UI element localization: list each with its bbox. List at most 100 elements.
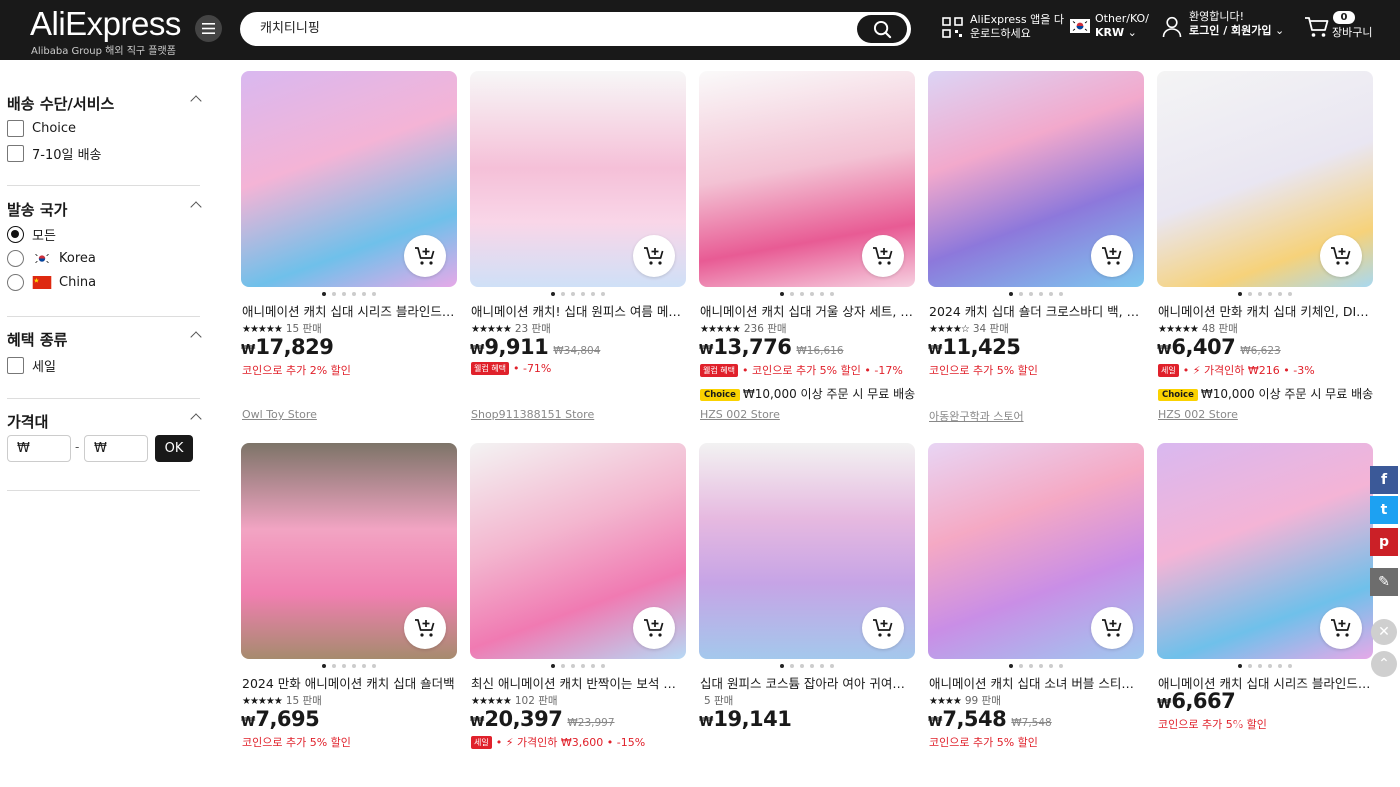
add-to-cart-button[interactable] [1320, 607, 1362, 649]
carousel-dot[interactable] [332, 664, 336, 668]
close-icon[interactable]: ✕ [1371, 619, 1397, 645]
chevron-up-icon[interactable] [190, 95, 202, 107]
product-title[interactable]: 최신 애니메이션 캐치 반짝이는 보석 휴대폰 장난감 [471, 673, 685, 692]
product-title[interactable]: 애니메이션 캐치! 십대 원피스 여름 메쉬 드레스 [471, 301, 685, 320]
carousel-dot[interactable] [591, 292, 595, 296]
image-carousel-dots[interactable] [470, 292, 686, 296]
add-to-cart-button[interactable] [1320, 235, 1362, 277]
carousel-dot[interactable] [551, 292, 555, 296]
carousel-dot[interactable] [332, 292, 336, 296]
filter-option-korea[interactable]: Korea [7, 250, 96, 267]
filter-option-all-countries[interactable]: 모든 [7, 225, 56, 244]
carousel-dot[interactable] [591, 664, 595, 668]
carousel-dot[interactable] [780, 292, 784, 296]
carousel-dot[interactable] [820, 664, 824, 668]
image-carousel-dots[interactable] [928, 664, 1144, 668]
image-carousel-dots[interactable] [699, 664, 915, 668]
carousel-dot[interactable] [1268, 664, 1272, 668]
carousel-dot[interactable] [1049, 292, 1053, 296]
store-link[interactable]: Owl Toy Store [242, 408, 317, 421]
facebook-share-icon[interactable]: f [1370, 466, 1398, 494]
carousel-dot[interactable] [810, 664, 814, 668]
image-carousel-dots[interactable] [241, 292, 457, 296]
add-to-cart-button[interactable] [633, 235, 675, 277]
carousel-dot[interactable] [800, 664, 804, 668]
carousel-dot[interactable] [1278, 292, 1282, 296]
carousel-dot[interactable] [1009, 292, 1013, 296]
twitter-share-icon[interactable]: t [1370, 496, 1398, 524]
chevron-up-icon[interactable] [190, 331, 202, 343]
carousel-dot[interactable] [322, 292, 326, 296]
account-menu[interactable]: 환영합니다! 로그인 / 회원가입 ⌄ [1160, 10, 1290, 46]
add-to-cart-button[interactable] [1091, 607, 1133, 649]
carousel-dot[interactable] [1029, 292, 1033, 296]
carousel-dot[interactable] [1258, 664, 1262, 668]
scroll-to-top-icon[interactable]: ⌃ [1371, 651, 1397, 677]
add-to-cart-button[interactable] [862, 235, 904, 277]
store-link[interactable]: 아동완구학과 스토어 [929, 408, 1024, 424]
carousel-dot[interactable] [830, 664, 834, 668]
carousel-dot[interactable] [601, 664, 605, 668]
carousel-dot[interactable] [830, 292, 834, 296]
store-link[interactable]: HZS 002 Store [700, 408, 780, 421]
carousel-dot[interactable] [1019, 664, 1023, 668]
carousel-dot[interactable] [1288, 664, 1292, 668]
price-ok-button[interactable]: OK [155, 435, 193, 462]
carousel-dot[interactable] [342, 292, 346, 296]
region-currency-selector[interactable]: Other/KO/KRW ⌄ [1068, 12, 1149, 46]
add-to-cart-button[interactable] [404, 607, 446, 649]
carousel-dot[interactable] [571, 292, 575, 296]
radio[interactable] [7, 274, 24, 291]
carousel-dot[interactable] [342, 664, 346, 668]
product-title[interactable]: 애니메이션 캐치 십대 거울 상자 세트, 장난감 [700, 301, 914, 320]
image-carousel-dots[interactable] [241, 664, 457, 668]
checkbox[interactable] [7, 120, 24, 137]
filter-option-china[interactable]: China [7, 274, 96, 291]
carousel-dot[interactable] [1278, 664, 1282, 668]
product-title[interactable]: 애니메이션 캐치 십대 소녀 버블 스티커 세트 [929, 673, 1143, 692]
carousel-dot[interactable] [362, 292, 366, 296]
price-min-input[interactable]: ₩ [7, 435, 71, 462]
carousel-dot[interactable] [1248, 664, 1252, 668]
image-carousel-dots[interactable] [470, 664, 686, 668]
radio-selected[interactable] [7, 226, 24, 243]
carousel-dot[interactable] [561, 664, 565, 668]
app-download-link[interactable]: AliExpress 앱을 다 운로드하세요 [940, 13, 1070, 46]
carousel-dot[interactable] [1258, 292, 1262, 296]
carousel-dot[interactable] [561, 292, 565, 296]
aliexpress-logo[interactable]: AliExpress [30, 6, 181, 42]
image-carousel-dots[interactable] [928, 292, 1144, 296]
carousel-dot[interactable] [1238, 664, 1242, 668]
carousel-dot[interactable] [790, 664, 794, 668]
price-max-input[interactable]: ₩ [84, 435, 148, 462]
carousel-dot[interactable] [581, 292, 585, 296]
image-carousel-dots[interactable] [1157, 292, 1373, 296]
carousel-dot[interactable] [581, 664, 585, 668]
carousel-dot[interactable] [1009, 664, 1013, 668]
pinterest-share-icon[interactable]: p [1370, 528, 1398, 556]
product-title[interactable]: 애니메이션 만화 캐치 십대 키체인, DIY 장식 [1158, 301, 1372, 320]
product-title[interactable]: 십대 원피스 코스튬 잡아라 여아 귀여운 드레스 [700, 673, 914, 692]
add-to-cart-button[interactable] [633, 607, 675, 649]
filter-option-sale[interactable]: 세일 [7, 356, 56, 375]
carousel-dot[interactable] [790, 292, 794, 296]
store-link[interactable]: HZS 002 Store [1158, 408, 1238, 421]
filter-option-choice[interactable]: Choice [7, 120, 76, 137]
carousel-dot[interactable] [352, 292, 356, 296]
add-to-cart-button[interactable] [404, 235, 446, 277]
carousel-dot[interactable] [1039, 292, 1043, 296]
product-title[interactable]: 2024 캐치 십대 숄더 크로스바디 백, 귀여운 가방 [929, 301, 1143, 320]
store-link[interactable]: Shop911388151 Store [471, 408, 594, 421]
carousel-dot[interactable] [1059, 292, 1063, 296]
add-to-cart-button[interactable] [862, 607, 904, 649]
checkbox[interactable] [7, 357, 24, 374]
carousel-dot[interactable] [571, 664, 575, 668]
carousel-dot[interactable] [1019, 292, 1023, 296]
checkbox[interactable] [7, 145, 24, 162]
carousel-dot[interactable] [372, 292, 376, 296]
carousel-dot[interactable] [780, 664, 784, 668]
edit-feedback-icon[interactable]: ✎ [1370, 568, 1398, 596]
carousel-dot[interactable] [362, 664, 366, 668]
image-carousel-dots[interactable] [1157, 664, 1373, 668]
carousel-dot[interactable] [810, 292, 814, 296]
